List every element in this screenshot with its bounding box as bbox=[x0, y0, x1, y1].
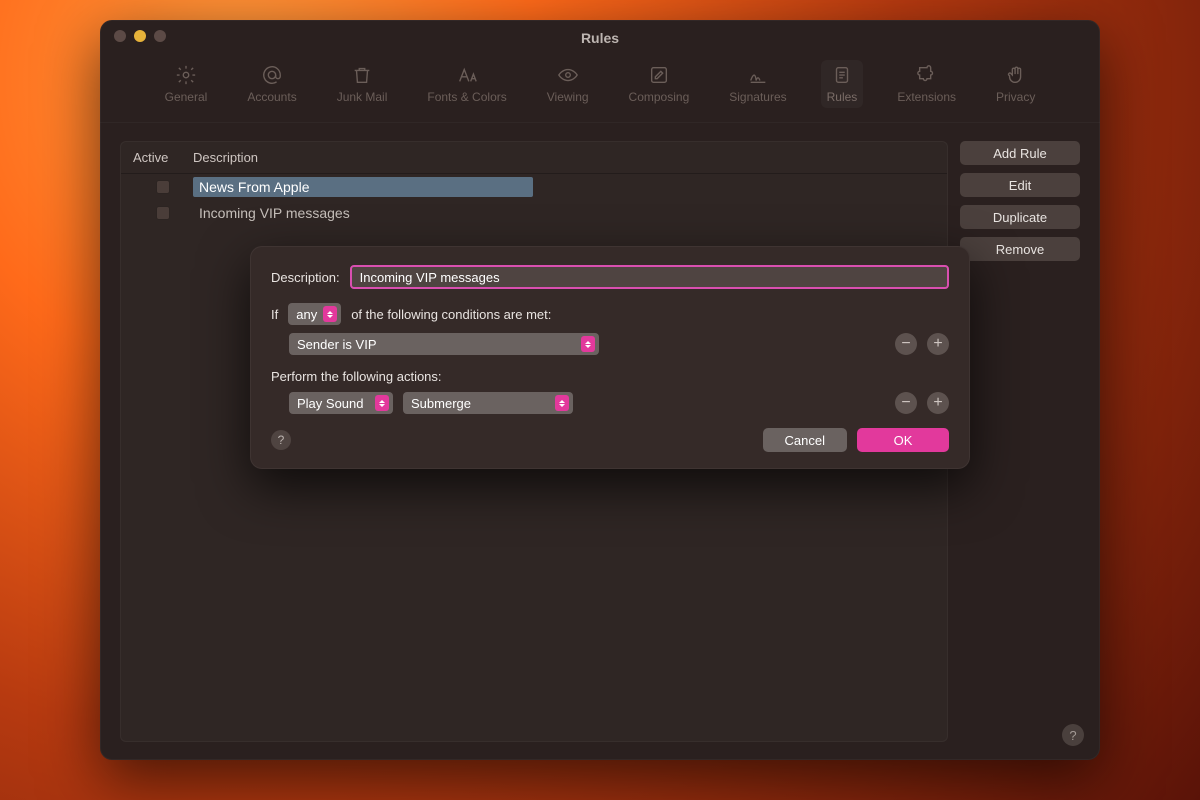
if-prefix: If bbox=[271, 307, 278, 322]
match-mode-value: any bbox=[296, 307, 317, 322]
chevron-updown-icon bbox=[323, 306, 337, 322]
ok-button[interactable]: OK bbox=[857, 428, 949, 452]
description-label: Description: bbox=[271, 270, 340, 285]
condition-value: Sender is VIP bbox=[297, 337, 377, 352]
chevron-updown-icon bbox=[555, 395, 569, 411]
remove-condition-button[interactable] bbox=[895, 333, 917, 355]
sheet-help-button[interactable]: ? bbox=[271, 430, 291, 450]
action-value-popup[interactable]: Submerge bbox=[403, 392, 573, 414]
preferences-window: Rules General Accounts Junk Mail Fonts &… bbox=[100, 20, 1100, 760]
chevron-updown-icon bbox=[581, 336, 595, 352]
cancel-button[interactable]: Cancel bbox=[763, 428, 847, 452]
add-condition-button[interactable] bbox=[927, 333, 949, 355]
modal-overlay: Description: If any of the following con… bbox=[100, 20, 1100, 760]
action-value: Submerge bbox=[411, 396, 471, 411]
actions-label: Perform the following actions: bbox=[271, 369, 949, 384]
description-input[interactable] bbox=[350, 265, 949, 289]
match-mode-popup[interactable]: any bbox=[288, 303, 341, 325]
if-suffix: of the following conditions are met: bbox=[351, 307, 551, 322]
chevron-updown-icon bbox=[375, 395, 389, 411]
add-action-button[interactable] bbox=[927, 392, 949, 414]
action-type-popup[interactable]: Play Sound bbox=[289, 392, 393, 414]
remove-action-button[interactable] bbox=[895, 392, 917, 414]
edit-rule-sheet: Description: If any of the following con… bbox=[250, 246, 970, 469]
condition-popup[interactable]: Sender is VIP bbox=[289, 333, 599, 355]
action-type-value: Play Sound bbox=[297, 396, 364, 411]
